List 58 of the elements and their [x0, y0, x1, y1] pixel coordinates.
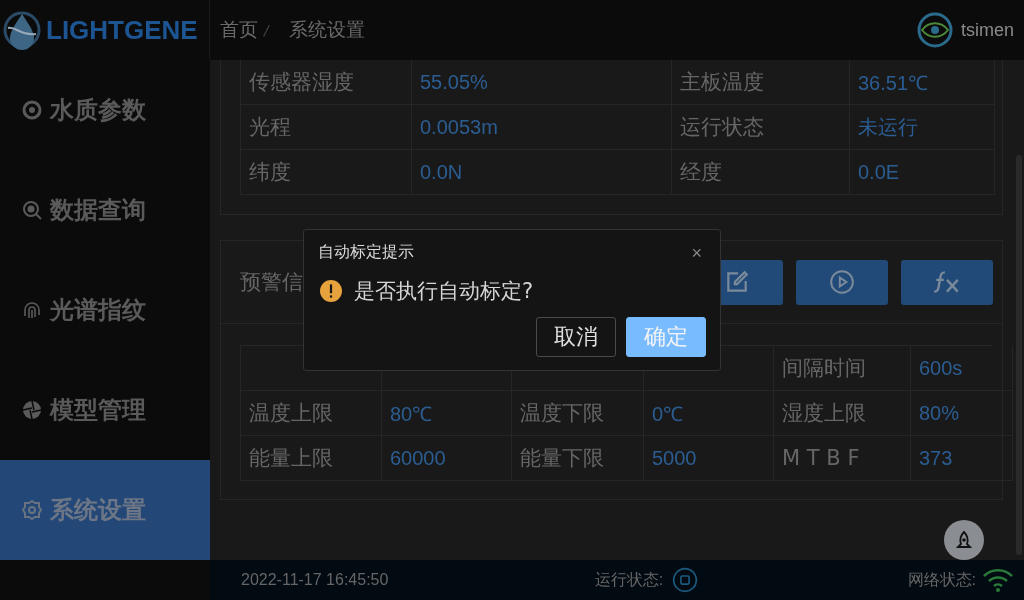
table-cell: 55.05%	[412, 60, 672, 105]
close-button[interactable]: ×	[687, 243, 706, 262]
table-cell: 80%	[911, 391, 1013, 436]
breadcrumb-item[interactable]: 首页	[220, 17, 258, 43]
table-cell: 光程	[241, 105, 412, 150]
edit-icon	[724, 269, 750, 295]
sidebar-item[interactable]: 模型管理	[0, 360, 210, 460]
dialog-title: 自动标定提示	[318, 242, 414, 263]
table-cell: 能量下限	[512, 436, 644, 481]
avatar-icon	[917, 12, 953, 48]
table-cell: 主板温度	[672, 60, 850, 105]
table-cell: 传感器湿度	[241, 60, 412, 105]
table-cell: 36.51℃	[850, 60, 995, 105]
status-label: 运行状态:	[594, 569, 664, 590]
dialog-message: 是否执行自动标定?	[354, 278, 534, 305]
table-cell: 能量上限	[241, 436, 382, 481]
fingerprint-icon	[22, 300, 42, 320]
logo-icon	[2, 10, 42, 50]
search-icon	[22, 200, 42, 220]
play-icon	[829, 269, 855, 295]
table-cell: 未运行	[850, 105, 995, 150]
wifi-icon	[982, 567, 1014, 593]
play-button[interactable]	[796, 259, 888, 305]
sidebar-item[interactable]: 光谱指纹	[0, 260, 210, 360]
logo-text: LIGHTGENE	[46, 14, 198, 46]
panel-title: 预警信	[240, 269, 303, 296]
table-cell: 60000	[382, 436, 512, 481]
breadcrumb-separator: /	[264, 22, 269, 38]
status-label: 网络状态:	[907, 569, 976, 590]
table-cell: 0℃	[644, 391, 774, 436]
formula-button[interactable]	[901, 259, 993, 305]
sidebar-item[interactable]: 数据查询	[0, 160, 210, 260]
sidebar-item[interactable]: 系统设置	[0, 460, 210, 560]
table-cell: 373	[911, 436, 1013, 481]
table-cell: 0.0053m	[412, 105, 672, 150]
table-cell: M T B F	[774, 436, 911, 481]
table-cell: 5000	[644, 436, 774, 481]
breadcrumb-item: 系统设置	[288, 17, 365, 42]
table-cell: 温度下限	[512, 391, 644, 436]
table-cell: 经度	[672, 150, 850, 195]
gear-icon	[22, 500, 42, 520]
table-cell: 0.0E	[850, 150, 995, 195]
username[interactable]: tsimen	[961, 19, 1014, 41]
table-cell: 湿度上限	[774, 391, 911, 436]
rocket-button[interactable]	[944, 520, 984, 560]
table-cell: 运行状态	[672, 105, 850, 150]
table-cell: 600s	[911, 346, 1013, 391]
confirm-button[interactable]: 确定	[626, 317, 706, 357]
table-cell: 80℃	[382, 391, 512, 436]
table-cell: 间隔时间	[774, 346, 911, 391]
table-cell: 温度上限	[241, 391, 382, 436]
cancel-button[interactable]: 取消	[536, 317, 616, 357]
sidebar-item[interactable]: 水质参数	[0, 60, 210, 160]
rocket-icon	[954, 530, 974, 550]
table-cell: 纬度	[241, 150, 412, 195]
table-cell: 0.0N	[412, 150, 672, 195]
datetime: 2022-11-17 16:45:50	[241, 571, 389, 589]
warning-icon	[320, 280, 342, 302]
